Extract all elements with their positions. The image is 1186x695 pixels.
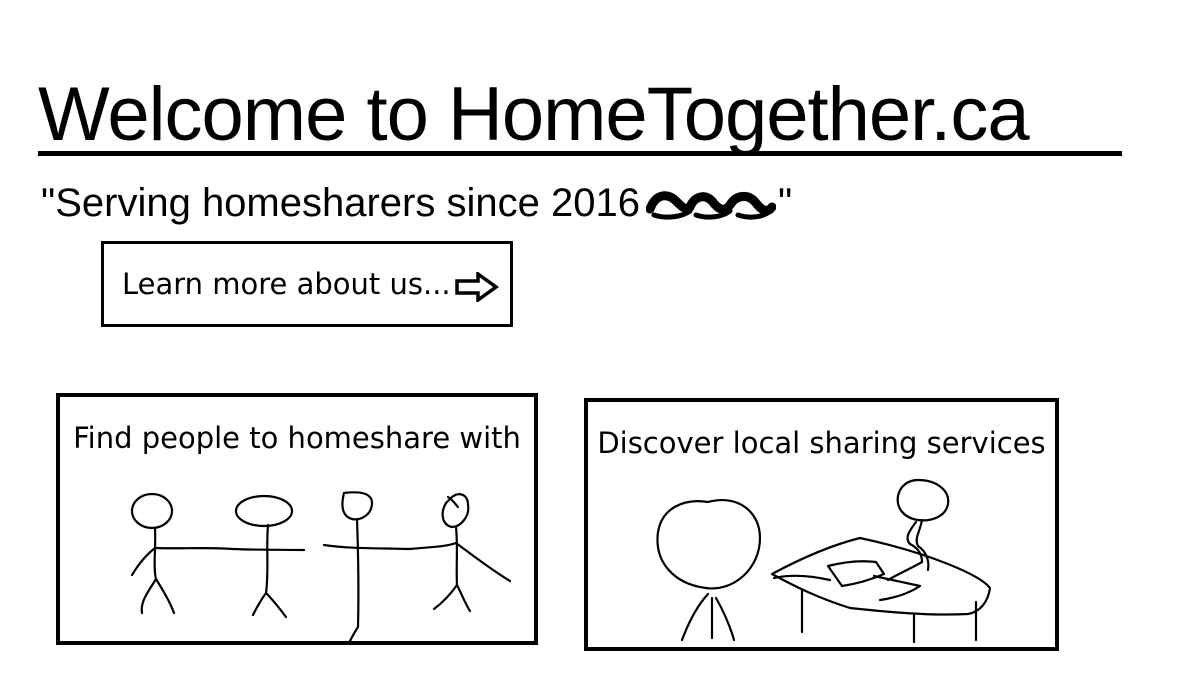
tagline-text: "Serving homesharers since 2016 — [41, 181, 640, 225]
scribble-icon — [645, 191, 776, 221]
page-title: Welcome to HomeTogether.ca — [38, 72, 1030, 157]
learn-more-button[interactable]: Learn more about us... — [101, 241, 513, 327]
find-people-panel[interactable]: Find people to homeshare with — [56, 393, 538, 645]
stick-figures-icon — [130, 491, 512, 641]
local-services-panel[interactable]: Discover local sharing services — [584, 398, 1059, 651]
tagline: "Serving homesharers since 2016 " — [41, 178, 792, 228]
tagline-close-quote: " — [777, 181, 793, 225]
right-arrow-icon — [455, 272, 499, 302]
desk-scene-icon — [656, 478, 992, 644]
title-underline — [38, 151, 1122, 156]
learn-more-label: Learn more about us... — [122, 267, 451, 301]
